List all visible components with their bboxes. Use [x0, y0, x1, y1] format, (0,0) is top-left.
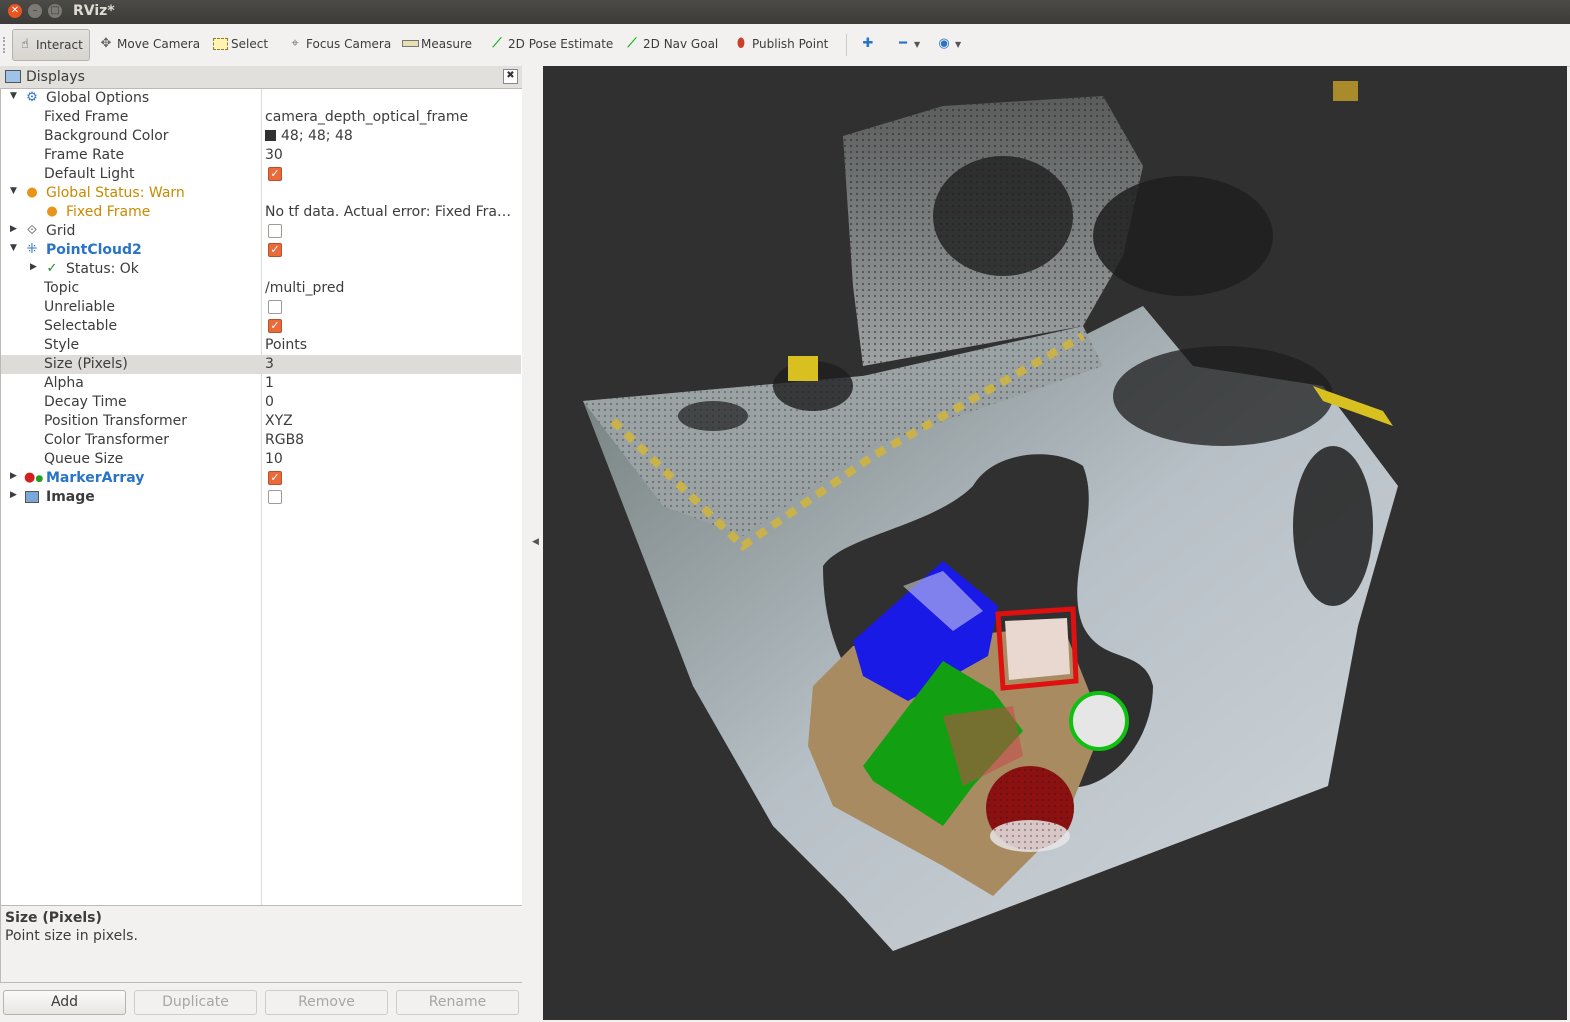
- select-box-icon: [212, 36, 228, 52]
- expand-arrow-icon[interactable]: ▼: [10, 243, 17, 253]
- panel-splitter[interactable]: ◀: [522, 66, 543, 1022]
- add-tool-button[interactable]: ✚: [860, 29, 879, 59]
- pointcloud2-checkbox[interactable]: ✓: [268, 243, 282, 257]
- focus-crosshair-icon: ⌖: [291, 36, 299, 51]
- expand-arrow-icon[interactable]: ▼: [10, 91, 17, 101]
- unreliable-checkbox[interactable]: [268, 300, 282, 314]
- map-pin-icon: ⬮: [736, 36, 746, 51]
- tree-row-fixed-frame[interactable]: Fixed Frame camera_depth_optical_frame: [1, 108, 521, 127]
- chevron-down-icon: ▼: [955, 39, 962, 49]
- collapse-left-icon[interactable]: ◀: [532, 537, 539, 547]
- visibility-tool-button[interactable]: ◉ ▼: [936, 29, 961, 59]
- markerarray-checkbox[interactable]: ✓: [268, 471, 282, 485]
- publish-point-tool-button[interactable]: ⬮ Publish Point: [733, 29, 828, 59]
- tools-toolbar: ☝ Interact ✥ Move Camera Select ⌖ Focus …: [0, 24, 1570, 67]
- warning-icon: ●: [26, 185, 38, 200]
- selectable-checkbox[interactable]: ✓: [268, 319, 282, 333]
- remove-tool-button[interactable]: ━ ▼: [895, 29, 920, 59]
- monitor-icon: [5, 70, 21, 83]
- green-arrow-icon: ⟋: [627, 36, 637, 51]
- tree-row-grid[interactable]: ▶ ⟐ Grid: [1, 222, 521, 241]
- window-title: RViz*: [73, 3, 115, 19]
- collapse-arrow-icon[interactable]: ▶: [10, 471, 17, 481]
- grid-checkbox[interactable]: [268, 224, 282, 238]
- green-arrow-icon: ⟋: [492, 36, 502, 51]
- tree-row-position-transformer[interactable]: Position Transformer XYZ: [1, 412, 521, 431]
- window-titlebar: ✕ – □ RViz*: [0, 0, 1570, 24]
- tree-row-topic[interactable]: Topic /multi_pred: [1, 279, 521, 298]
- tree-row-selectable[interactable]: Selectable ✓: [1, 317, 521, 336]
- grid-icon: ⟐: [26, 223, 38, 238]
- measure-tool-button[interactable]: Measure: [402, 29, 472, 59]
- tree-row-alpha[interactable]: Alpha 1: [1, 374, 521, 393]
- description-text: Point size in pixels.: [5, 928, 138, 944]
- yellow-far-object: [1333, 81, 1358, 101]
- close-panel-button[interactable]: ✖: [503, 69, 518, 84]
- displays-tree: ▼ ⚙ Global Options Fixed Frame camera_de…: [0, 88, 523, 966]
- ruler-icon: [402, 36, 419, 52]
- minimize-window-button[interactable]: –: [28, 4, 42, 18]
- tree-row-size-pixels[interactable]: Size (Pixels) 3: [1, 355, 521, 374]
- move-camera-icon: ✥: [100, 36, 112, 51]
- chevron-down-icon: ▼: [914, 39, 921, 49]
- eye-icon: ◉: [938, 36, 950, 51]
- point-cloud-scene[interactable]: [543, 66, 1567, 1020]
- tree-row-style[interactable]: Style Points: [1, 336, 521, 355]
- collapse-arrow-icon[interactable]: ▶: [10, 490, 17, 500]
- green-sphere-cluster: [1069, 691, 1129, 751]
- maximize-window-button[interactable]: □: [48, 4, 62, 18]
- nav-goal-tool-button[interactable]: ⟋ 2D Nav Goal: [624, 29, 718, 59]
- property-description: Size (Pixels) Point size in pixels.: [0, 905, 523, 983]
- tree-row-image[interactable]: ▶ Image: [1, 488, 521, 507]
- interact-tool-button[interactable]: ☝ Interact: [12, 29, 90, 61]
- description-title: Size (Pixels): [5, 910, 102, 926]
- tree-row-default-light[interactable]: Default Light ✓: [1, 165, 521, 184]
- plus-icon: ✚: [862, 36, 874, 51]
- select-tool-button[interactable]: Select: [212, 29, 268, 59]
- image-icon: [24, 489, 40, 505]
- image-checkbox[interactable]: [268, 490, 282, 504]
- hand-pointer-icon: ☝: [21, 37, 29, 52]
- default-light-checkbox[interactable]: ✓: [268, 167, 282, 181]
- tree-row-background-color[interactable]: Background Color 48; 48; 48: [1, 127, 521, 146]
- remove-button[interactable]: Remove: [265, 990, 388, 1015]
- pointcloud-icon: ⁜: [26, 242, 38, 257]
- tree-row-pointcloud2[interactable]: ▼ ⁜ PointCloud2 ✓: [1, 241, 521, 260]
- render-viewport[interactable]: [543, 66, 1567, 1020]
- focus-camera-tool-button[interactable]: ⌖ Focus Camera: [287, 29, 391, 59]
- markers-icon: ●●: [24, 470, 44, 485]
- color-swatch: [265, 130, 276, 141]
- minus-icon: ━: [899, 36, 907, 51]
- warning-icon: ●: [46, 204, 58, 219]
- expand-arrow-icon[interactable]: ▼: [10, 186, 17, 196]
- rename-button[interactable]: Rename: [396, 990, 519, 1015]
- tree-row-unreliable[interactable]: Unreliable: [1, 298, 521, 317]
- tree-row-global-status[interactable]: ▼ ● Global Status: Warn: [1, 184, 521, 203]
- add-button[interactable]: Add: [3, 990, 126, 1015]
- tree-row-color-transformer[interactable]: Color Transformer RGB8: [1, 431, 521, 450]
- close-window-button[interactable]: ✕: [8, 4, 22, 18]
- pose-estimate-tool-button[interactable]: ⟋ 2D Pose Estimate: [489, 29, 613, 59]
- check-icon: ✓: [46, 261, 58, 276]
- red-box-top: [1005, 618, 1070, 680]
- red-cylinder-texture: [986, 766, 1074, 850]
- tree-row-fixed-frame-status[interactable]: ● Fixed Frame No tf data. Actual error: …: [1, 203, 521, 222]
- tree-row-queue-size[interactable]: Queue Size 10: [1, 450, 521, 469]
- displays-panel-header: Displays ✖: [0, 66, 522, 89]
- gear-icon: ⚙: [26, 90, 38, 105]
- tree-row-frame-rate[interactable]: Frame Rate 30: [1, 146, 521, 165]
- collapse-arrow-icon[interactable]: ▶: [10, 224, 17, 234]
- background-color-value[interactable]: 48; 48; 48: [265, 128, 517, 144]
- toolbar-grip[interactable]: [3, 37, 8, 53]
- tree-row-status-ok[interactable]: ▶ ✓ Status: Ok: [1, 260, 521, 279]
- displays-panel: Displays ✖ ▼ ⚙ Global Options Fixed Fram…: [0, 66, 523, 1022]
- move-camera-tool-button[interactable]: ✥ Move Camera: [98, 29, 201, 59]
- tree-row-markerarray[interactable]: ▶ ●● MarkerArray ✓: [1, 469, 521, 488]
- yellow-bin: [788, 356, 818, 381]
- tree-row-global-options[interactable]: ▼ ⚙ Global Options: [1, 89, 521, 108]
- toolbar-separator: [846, 34, 847, 56]
- duplicate-button[interactable]: Duplicate: [134, 990, 257, 1015]
- tree-row-decay-time[interactable]: Decay Time 0: [1, 393, 521, 412]
- collapse-arrow-icon[interactable]: ▶: [30, 262, 37, 272]
